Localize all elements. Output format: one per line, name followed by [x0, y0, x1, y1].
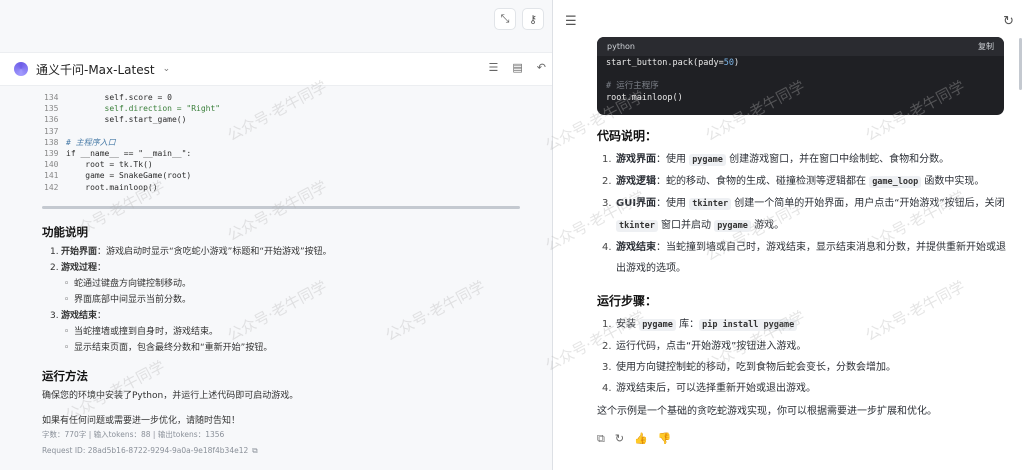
list-item: 4. 游戏结束后，可以选择重新开始或退出游戏。: [602, 383, 816, 394]
thumbs-down-icon[interactable]: 👎: [658, 432, 672, 446]
code-line: 140 root = tk.Tk(): [44, 160, 153, 170]
explain-heading: 代码说明：: [597, 129, 658, 143]
token-stats: 字数：770字 | 输入tokens：88 | 输出tokens：1356: [42, 430, 225, 439]
save-icon[interactable]: ▤: [512, 61, 522, 74]
list-item: 3. GUI界面：使用 tkinter 创建一个简单的开始界面，用户点击“开始游…: [602, 198, 1005, 232]
code-line: start_button.pack(pady=50): [606, 58, 740, 68]
key-icon: ⚷: [528, 12, 538, 26]
left-toolbar: ⤡ ⚷: [494, 8, 544, 30]
copy-button[interactable]: 复制: [978, 41, 994, 52]
regenerate-icon[interactable]: ↻: [615, 432, 624, 446]
model-logo-icon: [14, 62, 28, 76]
code-line: 136 self.start_game(): [44, 115, 187, 125]
code-block: 134 self.score = 0 135 self.direction = …: [44, 92, 520, 193]
settings-sliders-icon[interactable]: ☰: [489, 61, 499, 74]
copy-icon[interactable]: ⧉: [597, 432, 605, 446]
steps-heading: 运行步骤：: [597, 294, 658, 308]
undo-icon[interactable]: ↶: [537, 61, 546, 74]
vertical-scrollbar[interactable]: [1019, 38, 1022, 90]
code-line: 135 self.direction = "Right": [44, 104, 221, 114]
sub-list: ◦ 当蛇撞墙或撞到自身时，游戏结束。 ◦ 显示结束页面，包含最终分数和“重新开始”按…: [64, 324, 522, 356]
list-item: 1. 开始界面：游戏启动时显示“贪吃蛇小游戏”标题和“开始游戏”按钮。: [50, 247, 332, 257]
menu-icon[interactable]: ☰: [565, 14, 577, 29]
list-item: ◦ 当蛇撞墙或撞到自身时，游戏结束。: [64, 327, 219, 337]
left-chat-panel: ⤡ ⚷ 通义千问-Max-Latest ⌄ ☰ ▤ ↶ 134 self.sco…: [0, 0, 552, 470]
new-chat-icon[interactable]: ↻: [1003, 14, 1014, 29]
run-text: 确保您的环境中安装了Python，并运行上述代码即可启动游戏。: [42, 391, 299, 401]
code-line: 139 if __name__ == "__main__":: [44, 149, 192, 159]
run-heading: 运行方法: [42, 369, 88, 383]
summary-text: 这个示例是一个基础的贪吃蛇游戏实现，你可以根据需要进一步扩展和优化。: [597, 406, 937, 417]
model-name[interactable]: 通义千问-Max-Latest: [36, 61, 155, 78]
key-button[interactable]: ⚷: [522, 8, 544, 30]
python-code-block: python 复制 start_button.pack(pady=50) # 运…: [597, 37, 1004, 115]
thumbs-up-icon[interactable]: 👍: [634, 432, 648, 446]
request-id: Request ID: 28ad5b16-8722-9294-9a0a-9e18…: [42, 446, 249, 455]
sub-list: ◦ 蛇通过键盘方向键控制移动。 ◦ 界面底部中间显示当前分数。: [64, 276, 522, 308]
message-actions: ⧉ ↻ 👍 👎: [597, 432, 671, 446]
features-list: 1. 开始界面：游戏启动时显示“贪吃蛇小游戏”标题和“开始游戏”按钮。 2. 游…: [50, 244, 522, 276]
features-heading: 功能说明: [42, 225, 88, 239]
right-answer-content: 代码说明： 1. 游戏界面：使用 pygame 创建游戏窗口，并在窗口中绘制蛇、…: [597, 126, 1009, 422]
code-horizontal-scrollbar[interactable]: [42, 206, 520, 209]
code-line: 142 root.mainloop(): [44, 182, 158, 192]
list-item: ◦ 显示结束页面，包含最终分数和“重新开始”按钮。: [64, 343, 273, 353]
code-line: 134 self.score = 0: [44, 93, 172, 102]
collapse-button[interactable]: ⤡: [494, 8, 516, 30]
code-line: 138 # 主程序入口: [44, 137, 116, 147]
code-block-header: python 复制: [597, 37, 1004, 56]
list-item: ◦ 界面底部中间显示当前分数。: [64, 295, 192, 305]
list-item: 3. 使用方向键控制蛇的移动，吃到食物后蛇会变长，分数会增加。: [602, 362, 896, 373]
code-line: root.mainloop(): [606, 92, 683, 103]
list-item: 1. 游戏界面：使用 pygame 创建游戏窗口，并在窗口中绘制蛇、食物和分数。: [602, 154, 950, 166]
code-line: 141 game = SnakeGame(root): [44, 171, 192, 181]
list-item: 2. 游戏过程：: [50, 263, 107, 273]
code-line: 137: [44, 126, 59, 136]
chevron-down-icon[interactable]: ⌄: [163, 64, 171, 74]
list-item: 2. 运行代码，点击“开始游戏”按钮进入游戏。: [602, 341, 807, 352]
list-item: 3. 游戏结束：: [50, 311, 107, 321]
list-item: 2. 游戏逻辑：蛇的移动、食物的生成、碰撞检测等逻辑都在 game_loop 函…: [602, 176, 985, 188]
collapse-icon: ⤡: [500, 12, 510, 25]
code-comment: # 运行主程序: [606, 81, 659, 91]
code-language: python: [607, 42, 635, 51]
request-id-row: Request ID: 28ad5b16-8722-9294-9a0a-9e18…: [42, 445, 522, 457]
list-item: 1. 安装 pygame 库： pip install pygame: [597, 314, 1009, 336]
list-item: ◦ 蛇通过键盘方向键控制移动。: [64, 279, 192, 289]
closing-text: 如果有任何问题或需要进一步优化，请随时告知！: [42, 416, 241, 426]
right-chat-panel: ☰ ↻ python 复制 start_button.pack(pady=50)…: [552, 0, 1024, 470]
left-answer-content: 功能说明 1. 开始界面：游戏启动时显示“贪吃蛇小游戏”标题和“开始游戏”按钮。…: [42, 224, 522, 457]
code-body: start_button.pack(pady=50) # 运行主程序 root.m…: [597, 56, 1004, 106]
copy-icon[interactable]: ⧉: [252, 445, 257, 457]
list-item: 4. 游戏结束：当蛇撞到墙或自己时，游戏结束，显示结束消息和分数，并提供重新开始…: [602, 242, 1006, 274]
model-selector-bar: 通义千问-Max-Latest ⌄ ☰ ▤ ↶: [0, 52, 552, 86]
